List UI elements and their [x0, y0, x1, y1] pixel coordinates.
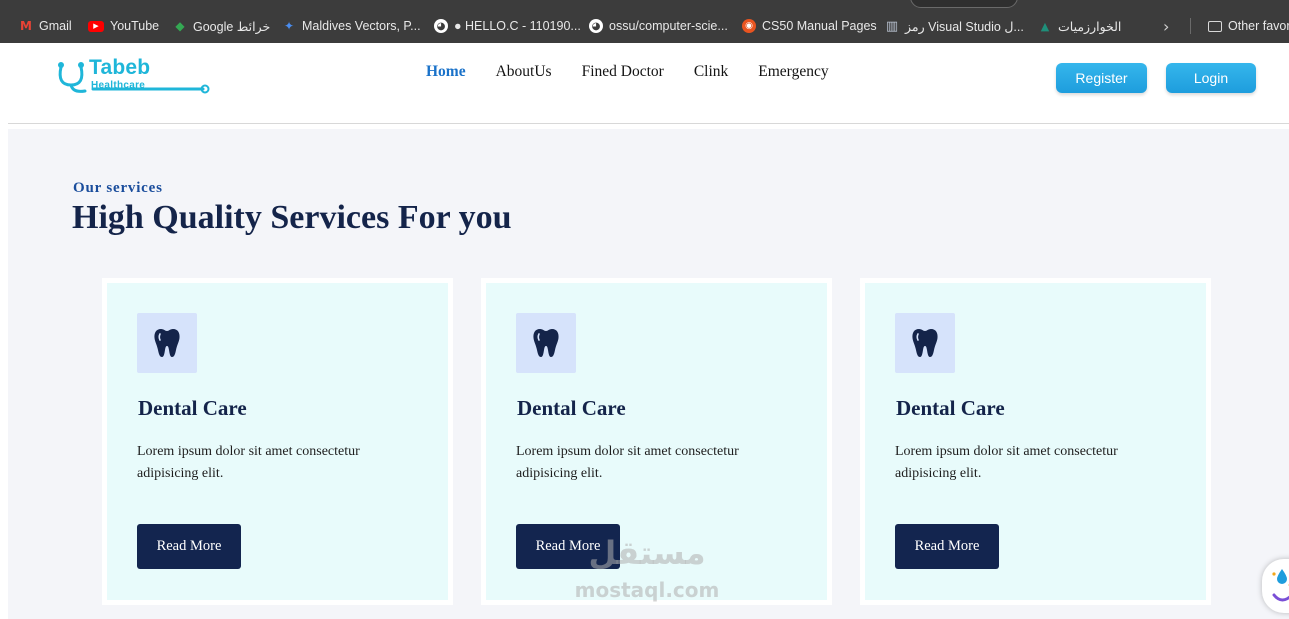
read-more-button[interactable]: Read More — [137, 524, 241, 569]
bookmark-hello-c[interactable]: ◕ ● HELLO.C - 110190... — [434, 15, 581, 37]
card-title: Dental Care — [517, 396, 626, 420]
google-maps-icon: ◆ — [175, 19, 185, 33]
bookmarks-bar: M Gmail ▶ YouTube ◆ Google خرائط ✦ Maldi… — [0, 0, 1289, 43]
bookmarks-divider — [1190, 18, 1191, 34]
vector-site-icon: ✦ — [283, 19, 295, 33]
main-nav: Home AboutUs Fined Doctor Clink Emergenc… — [426, 63, 829, 81]
bookmark-cs50-manual[interactable]: ◉ CS50 Manual Pages — [742, 15, 877, 37]
site-header: Tabeb Healthcare Home AboutUs Fined Doct… — [8, 43, 1289, 124]
ubuntu-icon: ◉ — [742, 19, 756, 33]
bookmark-label: Google خرائط — [193, 19, 271, 34]
card-description: Lorem ipsum dolor sit amet consectetur a… — [895, 444, 1118, 481]
floating-widget[interactable] — [1262, 559, 1289, 613]
accessibility-widget-icon — [1272, 569, 1289, 602]
folder-icon — [1208, 20, 1222, 32]
github-icon: ◕ — [589, 19, 603, 33]
nav-clinic[interactable]: Clink — [694, 63, 728, 81]
card-title: Dental Care — [138, 396, 247, 420]
service-card: Dental Care Lorem ipsum dolor sit amet c… — [481, 278, 832, 605]
chevron-right-icon[interactable]: › — [1163, 17, 1169, 36]
logo-subtitle: Healthcare — [91, 80, 146, 91]
bookmark-other-favorites[interactable]: Other favor — [1208, 15, 1289, 37]
tooth-icon — [154, 329, 180, 357]
card-description: Lorem ipsum dolor sit amet consectetur a… — [516, 444, 739, 481]
bookmark-label: Other favor — [1228, 19, 1289, 33]
algorithms-site-icon: ▲ — [1040, 19, 1050, 33]
card-icon-box — [895, 313, 955, 373]
card-icon-box — [137, 313, 197, 373]
service-card: Dental Care Lorem ipsum dolor sit amet c… — [102, 278, 453, 605]
bookmark-label: ● HELLO.C - 110190... — [454, 19, 581, 33]
tooth-icon — [912, 329, 938, 357]
register-button[interactable]: Register — [1056, 63, 1147, 93]
nav-about-us[interactable]: AboutUs — [496, 63, 552, 81]
section-title: High Quality Services For you — [72, 199, 512, 236]
bookmark-label: CS50 Manual Pages — [762, 19, 877, 33]
service-card: Dental Care Lorem ipsum dolor sit amet c… — [860, 278, 1211, 605]
nav-find-doctor[interactable]: Fined Doctor — [582, 63, 664, 81]
bookmark-youtube[interactable]: ▶ YouTube — [88, 15, 159, 37]
login-button[interactable]: Login — [1166, 63, 1256, 93]
logo[interactable]: Tabeb Healthcare — [55, 55, 215, 97]
gmail-icon: M — [20, 19, 32, 33]
youtube-icon: ▶ — [88, 20, 104, 32]
read-more-button[interactable]: Read More — [516, 524, 620, 569]
bookmark-algorithms[interactable]: ▲ الخوارزميات — [1038, 15, 1122, 37]
bookmark-visual-studio[interactable]: ▥ رمز Visual Studio ل... — [885, 15, 1024, 37]
section-eyebrow: Our services — [73, 180, 163, 196]
tooth-icon — [533, 329, 559, 357]
bookmark-label: ossu/computer-scie... — [609, 19, 728, 33]
bookmark-maldives-vectors[interactable]: ✦ Maldives Vectors, P... — [282, 15, 421, 37]
card-description: Lorem ipsum dolor sit amet consectetur a… — [137, 444, 360, 481]
bookmark-label: YouTube — [110, 19, 160, 33]
bookmark-ossu[interactable]: ◕ ossu/computer-scie... — [589, 15, 728, 37]
bookmark-google-maps[interactable]: ◆ Google خرائط — [173, 15, 270, 37]
bookmark-label: رمز Visual Studio ل... — [905, 19, 1024, 34]
card-icon-box — [516, 313, 576, 373]
nav-emergency[interactable]: Emergency — [758, 63, 828, 81]
nav-home[interactable]: Home — [426, 63, 466, 81]
card-title: Dental Care — [896, 396, 1005, 420]
bookmark-label: Gmail — [39, 19, 72, 33]
address-bar-edge[interactable] — [910, 0, 1018, 8]
read-more-button[interactable]: Read More — [895, 524, 999, 569]
github-icon: ◕ — [434, 19, 448, 33]
logo-name: Tabeb — [89, 56, 151, 79]
bookmark-label: Maldives Vectors, P... — [302, 19, 421, 33]
bookmark-label: الخوارزميات — [1058, 19, 1122, 34]
bookmark-gmail[interactable]: M Gmail — [19, 15, 72, 37]
visual-studio-icon: ▥ — [885, 18, 899, 34]
services-section: Our services High Quality Services For y… — [8, 129, 1289, 619]
